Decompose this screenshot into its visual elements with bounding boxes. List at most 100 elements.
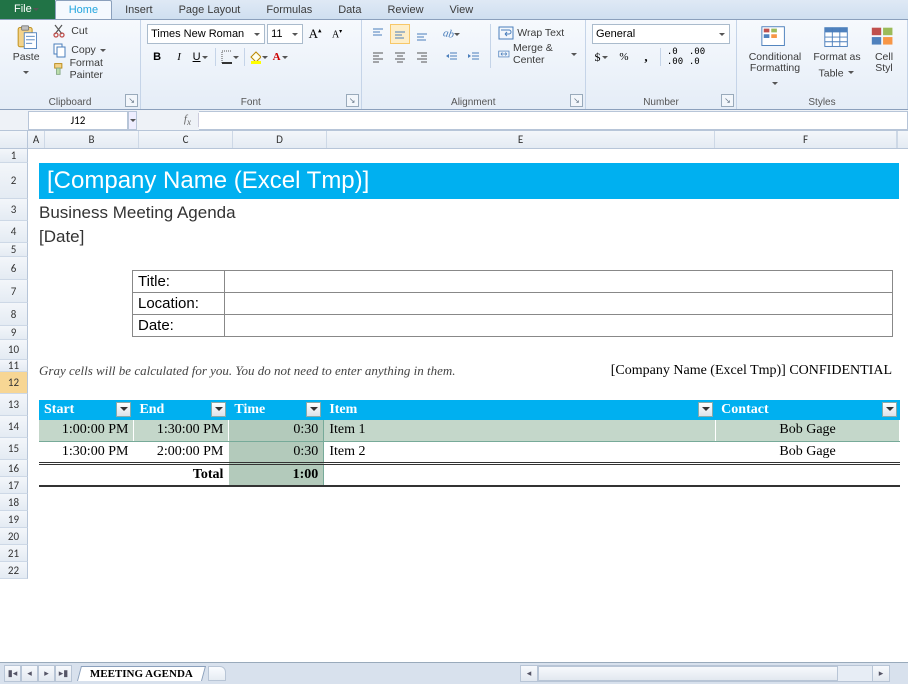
font-color-button[interactable]: A	[271, 47, 291, 67]
scroll-left-button[interactable]: ◂	[521, 666, 538, 681]
title-label-cell[interactable]: Title:	[133, 271, 225, 293]
chevron-down-icon[interactable]	[128, 111, 137, 130]
new-sheet-button[interactable]	[208, 666, 226, 681]
worksheet-grid[interactable]: ABCDEF 123456789101112131415161718192021…	[0, 131, 908, 661]
format-painter-button[interactable]: Format Painter	[50, 60, 134, 78]
orientation-button[interactable]: ab	[442, 24, 462, 44]
italic-button[interactable]: I	[169, 47, 189, 67]
row-header[interactable]: 18	[0, 494, 28, 511]
first-sheet-button[interactable]: ▮◂	[4, 665, 21, 682]
confidential-cell[interactable]: [Company Name (Excel Tmp)] CONFIDENTIAL	[611, 363, 892, 379]
number-format-select[interactable]: General	[592, 24, 730, 44]
name-box[interactable]: J12	[28, 111, 128, 130]
font-name-select[interactable]: Times New Roman	[147, 24, 265, 44]
tab-home[interactable]: Home	[55, 0, 112, 19]
column-header[interactable]: B	[45, 131, 139, 148]
tab-data[interactable]: Data	[325, 1, 374, 19]
filter-button[interactable]	[306, 402, 321, 417]
tab-page-layout[interactable]: Page Layout	[166, 1, 254, 19]
date-value-cell[interactable]	[225, 315, 893, 337]
title-value-cell[interactable]	[225, 271, 893, 293]
sheet-tab[interactable]: MEETING AGENDA	[77, 666, 206, 681]
row-header[interactable]: 2	[0, 163, 28, 199]
filter-button[interactable]	[882, 402, 897, 417]
cell-start[interactable]: 1:30:00 PM	[39, 441, 134, 463]
header-item[interactable]: Item	[324, 400, 716, 420]
dialog-launcher-icon[interactable]: ↘	[125, 94, 138, 107]
row-header[interactable]: 13	[0, 394, 28, 416]
font-size-select[interactable]: 11	[267, 24, 303, 44]
row-header[interactable]: 6	[0, 257, 28, 280]
subtitle-cell[interactable]: Business Meeting Agenda	[39, 203, 236, 223]
column-header[interactable]: C	[139, 131, 233, 148]
header-contact[interactable]: Contact	[716, 400, 900, 420]
column-header[interactable]: E	[327, 131, 715, 148]
format-as-table-button[interactable]: Format as Table	[811, 22, 863, 83]
row-header[interactable]: 4	[0, 221, 28, 243]
cut-button[interactable]: Cut	[50, 22, 134, 40]
row-header[interactable]: 22	[0, 562, 28, 579]
bold-button[interactable]: B	[147, 47, 167, 67]
decrease-indent-button[interactable]	[442, 47, 462, 67]
row-header[interactable]: 9	[0, 326, 28, 340]
align-top-button[interactable]	[368, 24, 388, 44]
header-time[interactable]: Time	[229, 400, 324, 420]
row-header[interactable]: 10	[0, 340, 28, 360]
wrap-text-button[interactable]: Wrap Text	[496, 24, 579, 42]
cell-contact[interactable]: Bob Gage	[716, 441, 900, 463]
cell-end[interactable]: 2:00:00 PM	[134, 441, 229, 463]
date-cell[interactable]: [Date]	[39, 227, 84, 247]
horizontal-scrollbar[interactable]: ◂ ▸	[520, 665, 890, 682]
row-header[interactable]: 3	[0, 199, 28, 221]
cell-contact[interactable]: Bob Gage	[716, 420, 900, 441]
cell-time[interactable]: 0:30	[229, 420, 324, 441]
cell-time[interactable]: 0:30	[229, 441, 324, 463]
cell-item[interactable]: Item 2	[324, 441, 716, 463]
prev-sheet-button[interactable]: ◂	[21, 665, 38, 682]
next-sheet-button[interactable]: ▸	[38, 665, 55, 682]
header-end[interactable]: End	[134, 400, 229, 420]
row-header[interactable]: 16	[0, 460, 28, 477]
decrease-font-button[interactable]: A▾	[327, 24, 347, 44]
note-cell[interactable]: Gray cells will be calculated for you. Y…	[39, 363, 456, 379]
scroll-thumb[interactable]	[538, 666, 838, 681]
header-start[interactable]: Start	[39, 400, 134, 420]
row-header[interactable]: 8	[0, 303, 28, 326]
tab-review[interactable]: Review	[374, 1, 436, 19]
file-tab[interactable]: File	[0, 0, 55, 19]
filter-button[interactable]	[211, 402, 226, 417]
column-header[interactable]: A	[28, 131, 45, 148]
total-label[interactable]: Total	[134, 463, 229, 486]
accounting-format-button[interactable]: $	[592, 47, 612, 67]
row-header[interactable]: 7	[0, 280, 28, 303]
borders-button[interactable]	[220, 47, 240, 67]
location-value-cell[interactable]	[225, 293, 893, 315]
company-name-cell[interactable]: [Company Name (Excel Tmp)]	[39, 163, 899, 199]
dialog-launcher-icon[interactable]: ↘	[721, 94, 734, 107]
last-sheet-button[interactable]: ▸▮	[55, 665, 72, 682]
row-header[interactable]: 5	[0, 243, 28, 257]
cell-end[interactable]: 1:30:00 PM	[134, 420, 229, 441]
cell-start[interactable]: 1:00:00 PM	[39, 420, 134, 441]
row-header[interactable]: 21	[0, 545, 28, 562]
row-header[interactable]: 11	[0, 360, 28, 372]
cell-item[interactable]: Item 1	[324, 420, 716, 441]
conditional-formatting-button[interactable]: Conditional Formatting	[743, 22, 807, 94]
date-label-cell[interactable]: Date:	[133, 315, 225, 337]
underline-button[interactable]: U	[191, 47, 211, 67]
location-label-cell[interactable]: Location:	[133, 293, 225, 315]
comma-button[interactable]: ,	[636, 47, 656, 67]
column-header[interactable]: D	[233, 131, 327, 148]
increase-indent-button[interactable]	[464, 47, 484, 67]
align-middle-button[interactable]	[390, 24, 410, 44]
align-left-button[interactable]	[368, 47, 388, 67]
tab-insert[interactable]: Insert	[112, 1, 166, 19]
row-header[interactable]: 1	[0, 149, 28, 163]
merge-center-button[interactable]: Merge & Center	[496, 45, 579, 63]
select-all-button[interactable]	[0, 131, 28, 148]
total-time[interactable]: 1:00	[229, 463, 324, 486]
row-header[interactable]: 12	[0, 372, 28, 394]
align-right-button[interactable]	[412, 47, 432, 67]
row-header[interactable]: 17	[0, 477, 28, 494]
tab-formulas[interactable]: Formulas	[253, 1, 325, 19]
